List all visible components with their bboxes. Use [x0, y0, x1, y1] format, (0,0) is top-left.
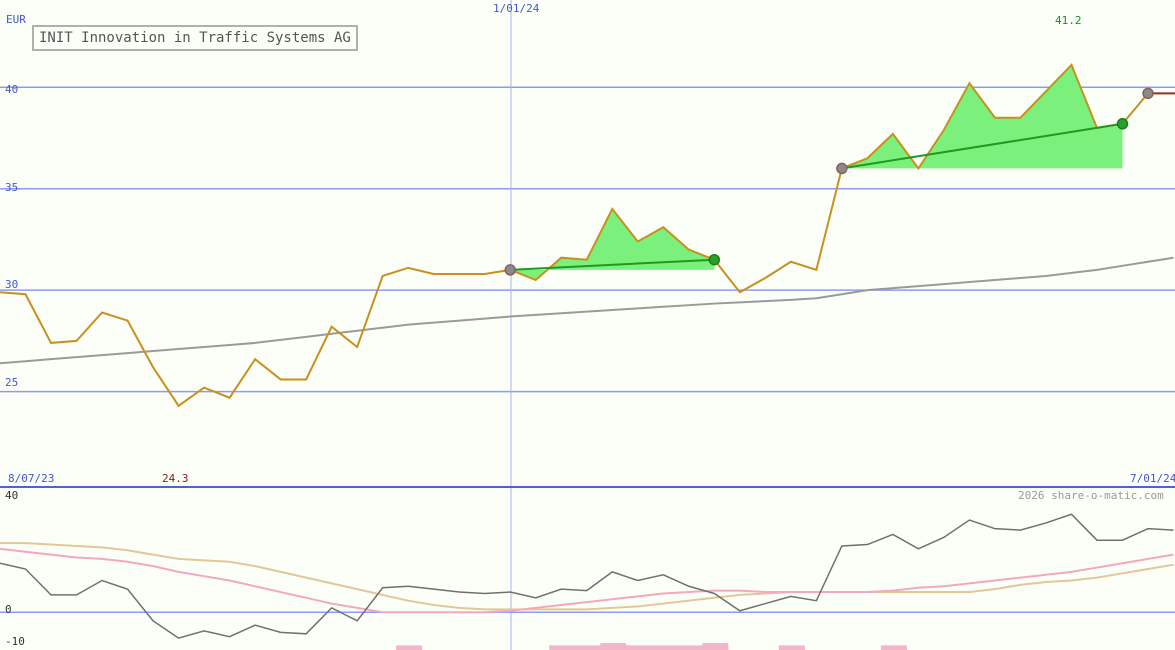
start-date-label: 8/07/23	[8, 472, 55, 485]
signal-marker	[836, 162, 848, 175]
osc-main-line	[0, 513, 1174, 639]
osc-histogram-bar	[600, 643, 627, 650]
osc-histogram-bar	[625, 645, 652, 650]
watermark: 2026 share-o-matic.com	[1018, 489, 1164, 502]
min-value-label: 24.3	[162, 472, 189, 485]
signal-marker	[504, 264, 516, 276]
osc-tick-label: 0	[5, 603, 12, 616]
osc-histogram-bar	[549, 645, 576, 650]
end-date-label: 7/01/24	[1130, 472, 1175, 485]
osc-histogram-bar	[651, 645, 678, 650]
osc-tick-label: 40	[5, 489, 19, 502]
moving-average-line	[0, 256, 1174, 365]
currency-label: EUR	[6, 13, 26, 26]
y-tick-label: 40	[5, 83, 19, 96]
max-value-label: 41.2	[1055, 14, 1082, 27]
signal-marker	[1116, 118, 1129, 130]
osc-tick-label: -10	[5, 635, 25, 648]
y-tick-label: 25	[5, 376, 19, 389]
price-chart	[0, 0, 1175, 650]
osc-histogram-bar	[880, 645, 907, 650]
osc-histogram-bar	[676, 645, 703, 650]
rally-fill-layer	[510, 64, 1123, 281]
y-tick-label: 30	[5, 278, 19, 291]
grid-layer	[0, 0, 1175, 650]
osc-signal-line	[0, 542, 1174, 611]
y-tick-label: 35	[5, 181, 19, 194]
price-line-layer	[0, 63, 1175, 408]
moving-average-layer	[0, 256, 1174, 365]
signal-marker	[1142, 87, 1154, 100]
osc-histogram-bar	[778, 645, 805, 650]
chart-title: INIT Innovation in Traffic Systems AG	[32, 25, 358, 51]
oscillator-layer	[0, 513, 1175, 650]
signal-marker	[708, 253, 721, 266]
top-date-label: 1/01/24	[493, 2, 540, 15]
osc-histogram-bar	[574, 645, 601, 650]
osc-histogram-bar	[702, 643, 729, 650]
rally-fill-area	[841, 64, 1123, 169]
osc-histogram-bar	[396, 645, 423, 650]
